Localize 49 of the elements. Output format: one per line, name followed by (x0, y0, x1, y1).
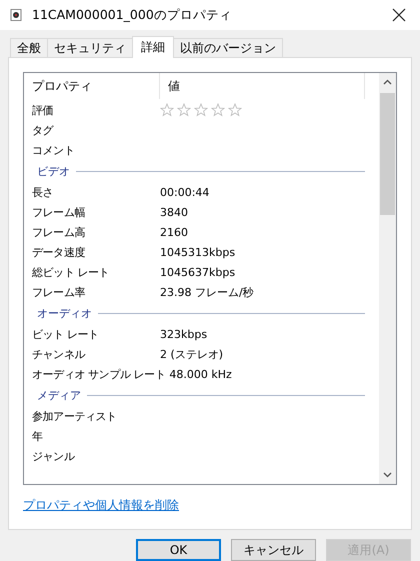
property-name: ジャンル (31, 448, 76, 464)
property-name: データ速度 (31, 244, 86, 260)
column-header[interactable]: 値 (160, 73, 365, 99)
star-icon[interactable] (177, 103, 191, 117)
property-name: コメント (31, 142, 76, 158)
property-value: 2 (ステレオ) (160, 346, 224, 362)
tab[interactable]: セキュリティ (47, 38, 133, 57)
property-value: 48.000 kHz (169, 368, 232, 380)
group-header: メディア (37, 388, 81, 402)
property-value: 2160 (160, 226, 188, 238)
close-icon[interactable] (392, 8, 406, 22)
star-icon[interactable] (160, 103, 174, 117)
property-name: フレーム率 (31, 284, 86, 300)
property-value: 1045637kbps (160, 266, 236, 278)
property-name: チャンネル (31, 346, 86, 362)
property-name: フレーム幅 (31, 204, 86, 220)
group-header: ビデオ (37, 164, 70, 178)
star-icon[interactable] (228, 103, 242, 117)
property-value: 23.98 フレーム/秒 (160, 284, 254, 300)
column-header[interactable]: プロパティ (24, 73, 160, 99)
star-rating[interactable] (160, 103, 242, 117)
property-value: 323kbps (160, 328, 208, 340)
scroll-thumb[interactable] (380, 93, 395, 215)
property-name: 評価 (31, 102, 54, 118)
property-name: 参加アーティスト (31, 408, 118, 424)
property-value: 3840 (160, 206, 188, 218)
property-name: 長さ (31, 184, 54, 200)
property-name: フレーム高 (31, 224, 86, 240)
property-name: 年 (31, 428, 44, 444)
remove-properties-link[interactable]: プロパティや個人情報を削除 (23, 497, 179, 514)
scrollbar[interactable] (379, 73, 396, 484)
property-name: オーディオ サンプル レート (31, 366, 166, 382)
property-name: ビット レート (31, 326, 100, 342)
property-name: タグ (31, 122, 55, 138)
star-icon[interactable] (194, 103, 208, 117)
group-header: オーディオ (37, 306, 92, 320)
property-value: 1045313kbps (160, 246, 236, 258)
tab[interactable]: 全般 (10, 38, 48, 57)
star-icon[interactable] (211, 103, 225, 117)
scroll-up-icon[interactable] (383, 79, 392, 85)
dialog-button[interactable]: キャンセル (231, 539, 316, 561)
scroll-down-icon[interactable] (383, 472, 392, 478)
property-name: 総ビット レート (31, 264, 110, 280)
dialog-button[interactable]: OK (136, 539, 221, 561)
window-title: 11CAM000001_000のプロパティ (32, 6, 233, 24)
property-value: 00:00:44 (160, 186, 210, 198)
tab[interactable]: 詳細 (132, 36, 174, 58)
video-file-icon (10, 9, 22, 21)
tab[interactable]: 以前のバージョン (173, 38, 283, 57)
